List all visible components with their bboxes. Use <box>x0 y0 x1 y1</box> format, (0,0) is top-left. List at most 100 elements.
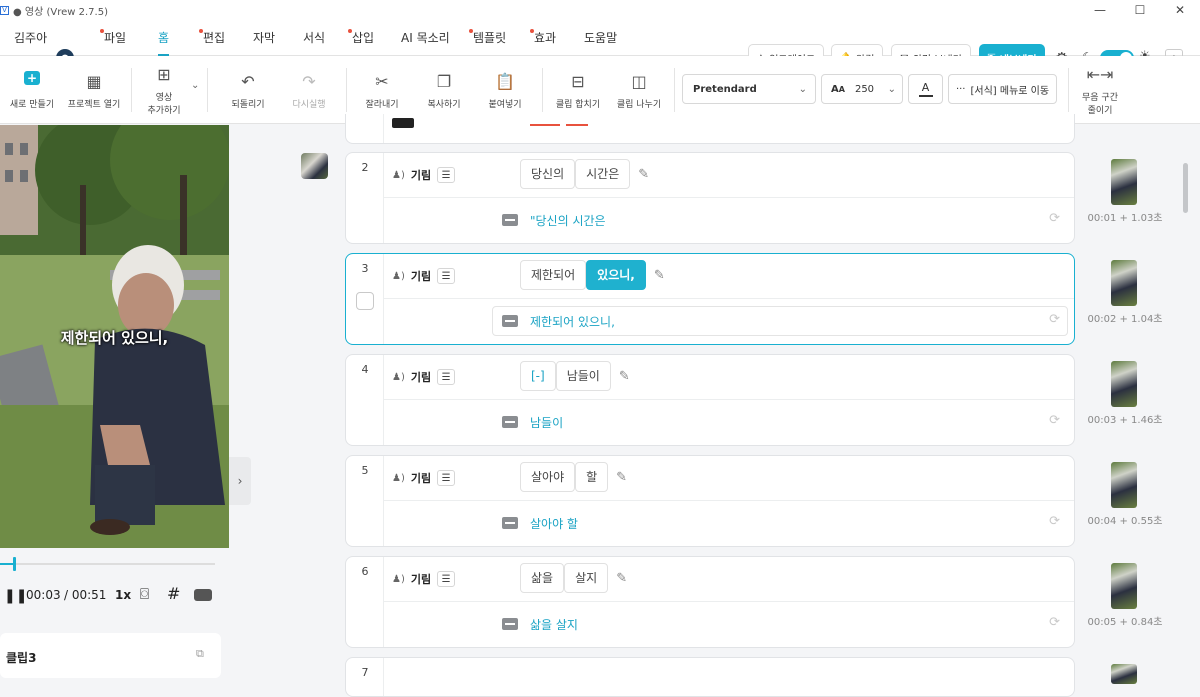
clip-card[interactable]: 3 ♟) 기림 ☰ 제한되어 있으니, ✎ 제한되어 있으니, ⟳ <box>345 253 1075 345</box>
menu-ai-voice[interactable]: AI 목소리 <box>401 20 450 56</box>
clip-card[interactable]: 6 ♟) 기림 ☰ 삶을 살지 ✎ 삶을 살지 ⟳ <box>345 556 1075 648</box>
subtitle-icon <box>502 315 518 327</box>
close-button[interactable]: ✕ <box>1160 0 1200 20</box>
menu-edit[interactable]: 편집 <box>198 20 225 56</box>
word-chip[interactable]: 당신의 <box>520 159 576 189</box>
speaker-options-icon[interactable]: ☰ <box>437 167 456 183</box>
new-project-button[interactable]: + 새로 만들기 <box>8 56 56 124</box>
sync-icon[interactable]: ⟳ <box>1049 413 1060 428</box>
scrubber-fill <box>0 563 13 565</box>
word-chip[interactable]: 삶을 <box>520 563 565 593</box>
menu-insert[interactable]: 삽입 <box>347 20 374 56</box>
font-size-select[interactable]: AA 250 ⌄ <box>821 74 903 104</box>
pencil-icon[interactable]: ✎ <box>616 571 627 586</box>
word-chip[interactable]: 살아야 <box>520 462 576 492</box>
pencil-icon[interactable]: ✎ <box>616 470 627 485</box>
chevron-down-icon[interactable]: ⌄ <box>191 80 199 91</box>
speaker-label[interactable]: ♟) 기림 ☰ <box>392 470 456 486</box>
pencil-icon[interactable]: ✎ <box>654 268 665 283</box>
clip-card[interactable]: 2 ♟) 기림 ☰ 당신의 시간은 ✎ "당신의 시간은 ⟳ <box>345 152 1075 244</box>
clip-thumbnail[interactable] <box>1111 361 1137 407</box>
subtitle-text: 살아야 할 <box>530 516 578 531</box>
video-preview[interactable]: 제한되어 있으니, <box>0 125 229 548</box>
speaker-label[interactable]: ♟) 기림 ☰ <box>392 571 456 587</box>
undo-icon: ↶ <box>241 71 255 91</box>
sync-icon[interactable]: ⟳ <box>1049 312 1060 327</box>
user-name[interactable]: 김주아 <box>14 20 47 56</box>
menu-subtitle[interactable]: 자막 <box>253 20 275 56</box>
copy-icon: ❐ <box>436 71 452 91</box>
clip-card[interactable]: 7 <box>345 657 1075 697</box>
sync-icon[interactable]: ⟳ <box>1049 615 1060 630</box>
clip-thumbnail[interactable] <box>1111 563 1137 609</box>
clip-checkbox[interactable] <box>356 292 374 310</box>
speaker-options-icon[interactable]: ☰ <box>437 470 456 486</box>
chevron-down-icon: ⌄ <box>798 83 807 95</box>
subtitle-line[interactable]: 남들이 <box>502 407 563 437</box>
scrubber-knob[interactable] <box>12 557 16 571</box>
menu-home[interactable]: 홈 <box>158 20 170 56</box>
speaker-icon: ♟) <box>392 270 405 282</box>
pause-icon[interactable]: ❚❚ <box>4 588 27 604</box>
menu-effects[interactable]: 효과 <box>529 20 556 56</box>
expand-panel-button[interactable]: › <box>229 457 251 505</box>
maximize-button[interactable]: ☐ <box>1120 0 1160 20</box>
minimize-button[interactable]: — <box>1080 0 1120 20</box>
screenshot-icon[interactable]: ⌼ <box>140 585 149 603</box>
open-project-button[interactable]: ▦ 프로젝트 열기 <box>64 56 124 124</box>
sync-icon[interactable]: ⟳ <box>1049 211 1060 226</box>
word-chip[interactable]: 시간은 <box>575 159 631 189</box>
font-color-button[interactable]: A <box>908 74 943 104</box>
grid-icon[interactable]: # <box>167 584 180 603</box>
scene-thumbnail[interactable] <box>301 153 328 179</box>
pencil-icon[interactable]: ✎ <box>638 167 649 182</box>
redo-icon: ↷ <box>302 71 316 91</box>
subtitle-line[interactable]: 제한되어 있으니, <box>502 306 615 336</box>
clip-card[interactable]: 5 ♟) 기림 ☰ 살아야 할 ✎ 살아야 할 ⟳ <box>345 455 1075 547</box>
popout-icon[interactable]: ⧉ <box>196 647 204 661</box>
clip-thumbnail[interactable] <box>1111 462 1137 508</box>
menu-format[interactable]: 서식 <box>303 20 325 56</box>
add-video-button[interactable]: ⊞ 영상 추가하기 <box>140 56 188 124</box>
speaker-options-icon[interactable]: ☰ <box>437 571 456 587</box>
playback-speed[interactable]: 1x <box>115 588 131 602</box>
word-chip[interactable]: 있으니, <box>586 260 646 290</box>
speaker-options-icon[interactable]: ☰ <box>437 268 456 284</box>
speaker-label[interactable]: ♟) 기림 ☰ <box>392 369 456 385</box>
clip-time: 00:05 + 0.84초 <box>1087 617 1163 628</box>
shorten-silence-button[interactable]: ⇤⇥ 무음 구간 줄이기 <box>1076 56 1124 124</box>
playback-scrubber[interactable] <box>0 557 215 571</box>
word-chip[interactable]: [-] <box>520 361 556 391</box>
subtitle-line[interactable]: "당신의 시간은 <box>502 205 606 235</box>
font-select[interactable]: Pretendard ⌄ <box>682 74 816 104</box>
menu-help[interactable]: 도움말 <box>584 20 617 56</box>
subtitle-text: 삶을 살지 <box>530 617 578 632</box>
clip-thumbnail[interactable] <box>1111 159 1137 205</box>
word-chip[interactable]: 할 <box>575 462 609 492</box>
word-chip[interactable]: 제한되어 <box>520 260 587 290</box>
subtitle-text: 제한되어 있으니, <box>530 314 615 329</box>
sync-icon[interactable]: ⟳ <box>1049 514 1060 529</box>
word-chips: 살아야 할 ✎ <box>520 462 627 492</box>
pencil-icon[interactable]: ✎ <box>619 369 630 384</box>
redo-button[interactable]: ↷ 다시실행 <box>285 56 333 124</box>
preview-panel: 제한되어 있으니, ❚❚ 00:03 / 00:51 1x ⌼ # 클립3 ⧉ <box>0 125 229 678</box>
clip-thumbnail[interactable] <box>1111 664 1137 684</box>
menu-file[interactable]: 파일 <box>99 20 126 56</box>
format-menu-button[interactable]: ··· [서식] 메뉴로 이동 <box>948 74 1057 104</box>
word-chip[interactable]: 살지 <box>564 563 609 593</box>
menu-template[interactable]: 템플릿 <box>468 20 506 56</box>
undo-button[interactable]: ↶ 되돌리기 <box>224 56 272 124</box>
subtitle-line[interactable]: 살아야 할 <box>502 508 578 538</box>
speaker-label[interactable]: ♟) 기림 ☰ <box>392 268 456 284</box>
clip-thumbnail[interactable] <box>1111 260 1137 306</box>
subtitle-line[interactable]: 삶을 살지 <box>502 609 578 639</box>
speaker-label[interactable]: ♟) 기림 ☰ <box>392 167 456 183</box>
speaker-options-icon[interactable]: ☰ <box>437 369 456 385</box>
clip-card[interactable]: 4 ♟) 기림 ☰ [-] 남들이 ✎ 남들이 ⟳ <box>345 354 1075 446</box>
more-icon: ··· <box>955 83 966 95</box>
subtitle-preview-icon[interactable] <box>194 589 212 601</box>
word-chip[interactable]: 남들이 <box>555 361 611 391</box>
editor-scrollbar[interactable] <box>1183 163 1188 213</box>
clip-card-partial[interactable] <box>345 114 1075 144</box>
